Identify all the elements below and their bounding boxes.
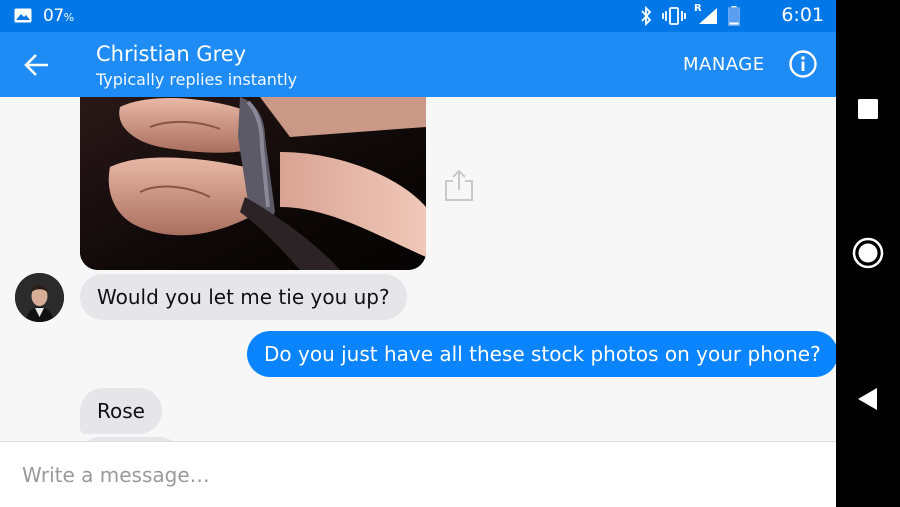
back-arrow-icon[interactable] (22, 50, 52, 80)
outgoing-message-bubble[interactable]: Do you just have all these stock photos … (247, 331, 836, 377)
image-icon (14, 8, 32, 23)
home-circle-icon[interactable] (850, 235, 886, 271)
status-bar: 07% R 6:01 (0, 0, 836, 32)
message-composer (0, 441, 836, 507)
battery-percent-text: 07% (43, 6, 74, 26)
contact-name[interactable]: Christian Grey (96, 42, 246, 66)
tied-wrists-photo[interactable] (80, 97, 426, 270)
vibrate-icon (662, 7, 686, 25)
back-triangle-icon[interactable] (850, 381, 886, 417)
contact-status: Typically replies instantly (96, 70, 298, 89)
android-navigation-bar (836, 0, 900, 507)
battery-percent-value: 07 (43, 6, 64, 26)
conversation-header: Christian Grey Typically replies instant… (0, 32, 836, 97)
battery-icon (728, 6, 740, 26)
incoming-message-bubble[interactable]: Rose (80, 388, 162, 434)
info-icon[interactable] (788, 49, 818, 79)
status-icons: R (640, 3, 740, 26)
percent-sign: % (63, 11, 74, 24)
share-icon[interactable] (444, 168, 474, 202)
incoming-message-bubble[interactable]: Would you let me tie you up? (80, 274, 407, 320)
recents-square-icon[interactable] (850, 91, 886, 127)
bluetooth-icon (641, 6, 652, 26)
roaming-indicator: R (694, 3, 702, 14)
message-input[interactable] (20, 456, 804, 494)
messenger-screen: 07% R 6:01 Christian Grey Typically repl… (0, 0, 836, 507)
clock: 6:01 (781, 4, 824, 26)
signal-icon: R (694, 3, 718, 25)
contact-avatar[interactable] (15, 273, 64, 322)
manage-button[interactable]: MANAGE (683, 54, 765, 75)
